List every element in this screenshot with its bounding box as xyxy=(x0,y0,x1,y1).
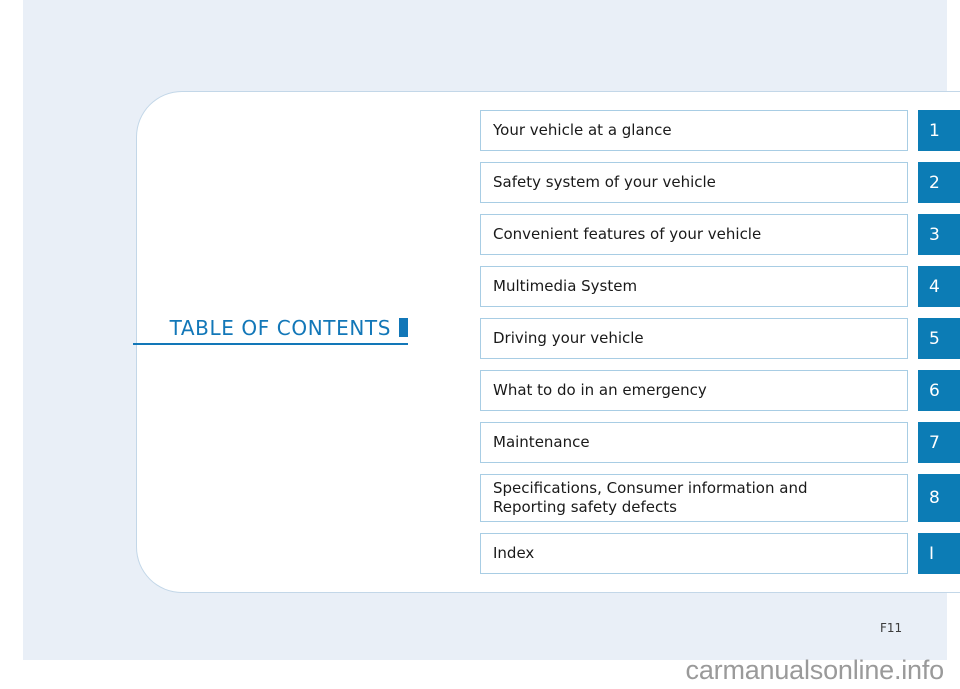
toc-label-line1: Convenient features of your vehicle xyxy=(493,225,762,243)
toc-label-box[interactable]: What to do in an emergency xyxy=(480,370,908,411)
toc-row[interactable]: Convenient features of your vehicle 3 xyxy=(480,214,960,255)
toc-tab-number[interactable]: 3 xyxy=(918,214,960,255)
toc-label-line1: Driving your vehicle xyxy=(493,329,644,347)
toc-label-line1: Multimedia System xyxy=(493,277,638,295)
toc-row[interactable]: Your vehicle at a glance 1 xyxy=(480,110,960,151)
toc-label: Your vehicle at a glance xyxy=(493,121,672,140)
toc-label: Multimedia System xyxy=(493,277,637,296)
toc-row[interactable]: Driving your vehicle 5 xyxy=(480,318,960,359)
toc-tab-number[interactable]: 7 xyxy=(918,422,960,463)
toc-row-list: Your vehicle at a glance 1 Safety system… xyxy=(480,110,960,574)
toc-label-line2: Reporting safety defects xyxy=(493,498,677,516)
toc-label: Safety system of your vehicle xyxy=(493,173,716,192)
toc-row[interactable]: Maintenance 7 xyxy=(480,422,960,463)
toc-tab-number[interactable]: 8 xyxy=(918,474,960,522)
toc-row[interactable]: What to do in an emergency 6 xyxy=(480,370,960,411)
toc-tab-number[interactable]: 5 xyxy=(918,318,960,359)
toc-tab-number[interactable]: 4 xyxy=(918,266,960,307)
toc-tab-number[interactable]: 1 xyxy=(918,110,960,151)
toc-label-box[interactable]: Maintenance xyxy=(480,422,908,463)
toc-tab-number[interactable]: I xyxy=(918,533,960,574)
toc-label-box[interactable]: Safety system of your vehicle xyxy=(480,162,908,203)
toc-label-line1: What to do in an emergency xyxy=(493,381,707,399)
title-underline-rule xyxy=(133,343,408,345)
toc-label: Index xyxy=(493,544,534,563)
toc-title-block: TABLE OF CONTENTS xyxy=(133,316,408,352)
toc-label-line1: Safety system of your vehicle xyxy=(493,173,716,191)
toc-tab-number[interactable]: 6 xyxy=(918,370,960,411)
toc-row[interactable]: Index I xyxy=(480,533,960,574)
toc-tab-number[interactable]: 2 xyxy=(918,162,960,203)
toc-label: Specifications, Consumer information and… xyxy=(493,479,807,517)
toc-row[interactable]: Specifications, Consumer information and… xyxy=(480,474,960,522)
page-sheet: TABLE OF CONTENTS Your vehicle at a glan… xyxy=(23,0,960,660)
toc-label-box[interactable]: Convenient features of your vehicle xyxy=(480,214,908,255)
toc-label-box[interactable]: Index xyxy=(480,533,908,574)
page-title: TABLE OF CONTENTS xyxy=(169,316,391,340)
toc-row[interactable]: Multimedia System 4 xyxy=(480,266,960,307)
toc-label-line1: Index xyxy=(493,544,535,562)
toc-label: Convenient features of your vehicle xyxy=(493,225,761,244)
page-number: F11 xyxy=(880,621,903,635)
toc-label: What to do in an emergency xyxy=(493,381,707,400)
toc-label: Driving your vehicle xyxy=(493,329,644,348)
toc-label-line1: Maintenance xyxy=(493,433,590,451)
title-marker-square xyxy=(399,318,408,337)
toc-label-box[interactable]: Multimedia System xyxy=(480,266,908,307)
toc-label-box[interactable]: Driving your vehicle xyxy=(480,318,908,359)
toc-label-box[interactable]: Specifications, Consumer information and… xyxy=(480,474,908,522)
toc-row[interactable]: Safety system of your vehicle 2 xyxy=(480,162,960,203)
toc-label-box[interactable]: Your vehicle at a glance xyxy=(480,110,908,151)
site-watermark: carmanualsonline.info xyxy=(685,655,945,685)
toc-label: Maintenance xyxy=(493,433,590,452)
toc-label-line1: Your vehicle at a glance xyxy=(493,121,672,139)
toc-label-line1: Specifications, Consumer information and xyxy=(493,479,808,497)
